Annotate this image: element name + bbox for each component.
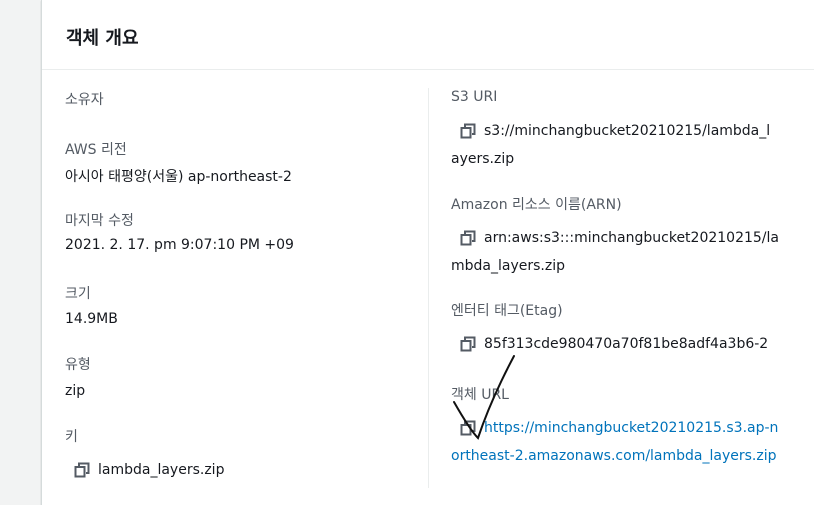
type-value: zip xyxy=(65,383,86,399)
column-divider xyxy=(428,88,429,488)
arn-value-line-1: arn:aws:s3:::minchangbucket20210215/la xyxy=(484,230,779,246)
panel-header: 객체 개요 xyxy=(42,0,814,70)
copy-icon[interactable] xyxy=(460,230,476,246)
copy-icon[interactable] xyxy=(460,420,476,436)
key-value: lambda_layers.zip xyxy=(98,462,225,478)
object-url-link-line-2[interactable]: ortheast-2.amazonaws.com/lambda_layers.z… xyxy=(451,448,777,464)
arn-label: Amazon 리소스 이름(ARN) xyxy=(451,197,622,213)
size-label: 크기 xyxy=(65,286,91,302)
copy-icon[interactable] xyxy=(460,336,476,352)
object-url-copy-row: https://minchangbucket20210215.s3.ap-n o… xyxy=(451,414,800,470)
s3-uri-value-line-1: s3://minchangbucket20210215/lambda_l xyxy=(484,123,771,139)
object-url-label: 객체 URL xyxy=(451,387,509,403)
copy-icon[interactable] xyxy=(460,123,476,139)
region-label: AWS 리전 xyxy=(65,142,127,158)
s3-uri-label: S3 URI xyxy=(451,89,498,105)
panel-title: 객체 개요 xyxy=(66,28,139,49)
object-url-link-line-1[interactable]: https://minchangbucket20210215.s3.ap-n xyxy=(484,420,778,436)
last-modified-label: 마지막 수정 xyxy=(65,213,134,229)
etag-copy-row: 85f313cde980470a70f81be8adf4a3b6-2 xyxy=(460,330,800,358)
last-modified-value: 2021. 2. 17. pm 9:07:10 PM +09 xyxy=(65,237,294,253)
etag-value: 85f313cde980470a70f81be8adf4a3b6-2 xyxy=(484,336,769,352)
type-label: 유형 xyxy=(65,357,91,373)
key-label: 키 xyxy=(65,429,78,445)
key-copy-row: lambda_layers.zip xyxy=(74,456,414,484)
object-overview-panel: 객체 개요 소유자 AWS 리전 아시아 태평양(서울) ap-northeas… xyxy=(41,0,814,505)
owner-label: 소유자 xyxy=(65,92,104,108)
region-value: 아시아 태평양(서울) ap-northeast-2 xyxy=(65,169,292,185)
arn-value-line-2: mbda_layers.zip xyxy=(451,258,565,274)
s3-uri-copy-row: s3://minchangbucket20210215/lambda_l aye… xyxy=(451,117,800,173)
s3-uri-value-line-2: ayers.zip xyxy=(451,151,515,167)
copy-icon[interactable] xyxy=(74,462,90,478)
arn-copy-row: arn:aws:s3:::minchangbucket20210215/la m… xyxy=(451,224,800,280)
size-value: 14.9MB xyxy=(65,311,118,327)
etag-label: 엔터티 태그(Etag) xyxy=(451,303,563,319)
